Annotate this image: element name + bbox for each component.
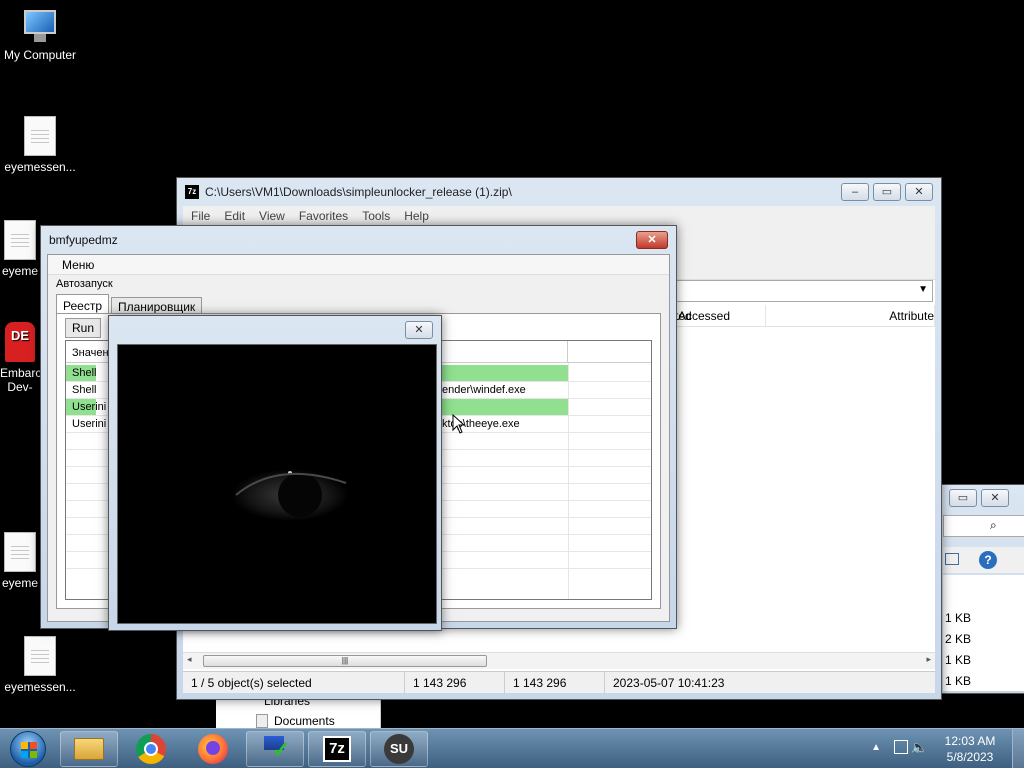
status-modified: 2023-05-07 10:41:23	[613, 676, 725, 690]
preview-pane-icon[interactable]	[945, 553, 959, 565]
scroll-thumb[interactable]: |||	[203, 655, 487, 667]
desktop-icon-file[interactable]: eyeme	[0, 220, 40, 278]
subtab-run[interactable]: Run	[65, 318, 102, 338]
desktop-icon-file[interactable]: eyemessen...	[0, 116, 80, 174]
menu-bar: Меню	[48, 255, 669, 275]
taskbar-firefox[interactable]	[184, 731, 242, 767]
chevron-down-icon[interactable]: ▼	[918, 284, 928, 295]
desktop-icon-label: eyeme	[1, 576, 39, 590]
7zip-icon: 7z	[323, 736, 351, 762]
menu-edit[interactable]: Edit	[224, 209, 245, 223]
desktop-icon-label: My Computer	[3, 48, 77, 62]
firefox-icon	[198, 734, 228, 764]
status-size: 1 143 296	[405, 672, 505, 693]
section-label: Автозапуск	[56, 278, 113, 290]
column-header[interactable]: Attribute	[766, 305, 935, 326]
menu-item[interactable]: Меню	[62, 258, 94, 272]
desktop-icon-label: Embarc Dev-	[0, 366, 40, 394]
taskbar-chrome[interactable]	[122, 731, 180, 767]
status-selected: 1 / 5 object(s) selected	[183, 672, 405, 693]
menu-bar: File Edit View Favorites Tools Help	[183, 206, 935, 225]
scroll-left-icon[interactable]: ◂	[187, 654, 192, 665]
document-icon	[4, 220, 36, 260]
menu-tools[interactable]: Tools	[362, 209, 390, 223]
clock[interactable]: 12:03 AM 5/8/2023	[940, 733, 1000, 765]
menu-help[interactable]: Help	[404, 209, 429, 223]
search-icon[interactable]: ⌕	[990, 518, 997, 533]
chevron-up-icon[interactable]: ▲	[871, 742, 881, 753]
show-desktop-button[interactable]	[1012, 729, 1024, 768]
computer-icon	[20, 10, 60, 44]
window-title: C:\Users\VM1\Downloads\simpleunlocker_re…	[205, 185, 512, 199]
taskbar: ✓ 7z SU ▲ 🔈 12:03 AM 5/8/2023	[0, 728, 1024, 768]
eye-window[interactable]: ✕	[108, 315, 442, 631]
chrome-icon	[136, 734, 166, 764]
file-size: 1 KB	[945, 611, 972, 625]
taskbar-simpleunlocker[interactable]: SU	[370, 731, 428, 767]
document-icon	[24, 116, 56, 156]
nav-item-documents[interactable]: Documents	[274, 714, 335, 728]
desktop-icon-my-computer[interactable]: My Computer	[0, 10, 80, 62]
checkmark-app-icon: ✓	[260, 736, 290, 762]
document-icon	[24, 636, 56, 676]
folder-icon	[74, 738, 104, 760]
eye-graphic	[232, 469, 348, 521]
windows-icon	[21, 742, 37, 758]
explorer-window[interactable]: ▭ ✕ ⌕ ? 1 KB 2 KB 1 KB 1 KB	[940, 484, 1024, 694]
embarcadero-icon: DE	[5, 322, 35, 362]
close-button[interactable]: ✕	[905, 183, 933, 201]
file-size: 1 KB	[945, 674, 972, 688]
close-button[interactable]: ✕	[636, 231, 668, 249]
row-value: ender\windef.exe	[442, 384, 526, 396]
minimize-button[interactable]: –	[841, 183, 869, 201]
desktop-icon-label: eyeme	[1, 264, 39, 278]
desktop-icon-embarcadero[interactable]: DE Embarc Dev-	[0, 322, 40, 394]
file-size: 1 KB	[945, 653, 972, 667]
column-header[interactable]: Accessed	[672, 305, 766, 326]
row-name: Userini	[72, 418, 107, 430]
maximize-button[interactable]: ▭	[949, 489, 977, 507]
desktop-icon-label: eyemessen...	[4, 680, 76, 694]
desktop-icon-file[interactable]: eyemessen...	[0, 636, 80, 694]
help-icon[interactable]: ?	[979, 551, 997, 569]
clock-time: 12:03 AM	[944, 734, 996, 748]
menu-view[interactable]: View	[259, 209, 285, 223]
status-packed: 1 143 296	[505, 672, 605, 693]
menu-file[interactable]: File	[191, 209, 210, 223]
eye-image	[117, 344, 437, 624]
row-name: Shell	[72, 384, 97, 396]
row-name: Shell	[72, 367, 97, 379]
volume-icon[interactable]: 🔈	[911, 739, 928, 756]
start-button[interactable]	[3, 730, 53, 768]
file-size: 2 KB	[945, 632, 972, 646]
7zip-icon: 7z	[185, 185, 199, 199]
row-name: Userini	[72, 401, 107, 413]
horizontal-scrollbar[interactable]: ◂ ||| ▸	[183, 652, 935, 669]
desktop-icon-label: eyemessen...	[4, 160, 76, 174]
desktop-icon-file[interactable]: eyeme	[0, 532, 40, 590]
maximize-button[interactable]: ▭	[873, 183, 901, 201]
status-bar: 1 / 5 object(s) selected 1 143 296 1 143…	[183, 671, 935, 693]
window-title: bmfyupedmz	[49, 233, 118, 247]
unlocker-icon: SU	[384, 734, 414, 764]
taskbar-7zip[interactable]: 7z	[308, 731, 366, 767]
close-button[interactable]: ✕	[405, 321, 433, 339]
taskbar-explorer[interactable]	[60, 731, 118, 767]
network-icon[interactable]	[894, 740, 908, 754]
document-icon	[4, 532, 36, 572]
scroll-right-icon[interactable]: ▸	[926, 654, 931, 665]
desktop: My Computer eyemessen... eyeme DE Embarc…	[0, 0, 1024, 768]
close-icon: ✕	[414, 324, 424, 336]
menu-favorites[interactable]: Favorites	[299, 209, 348, 223]
documents-icon	[256, 714, 268, 728]
mouse-cursor-icon	[452, 414, 466, 434]
clock-date: 5/8/2023	[946, 750, 994, 764]
close-button[interactable]: ✕	[981, 489, 1009, 507]
taskbar-bmfyupedmz[interactable]: ✓	[246, 731, 304, 767]
